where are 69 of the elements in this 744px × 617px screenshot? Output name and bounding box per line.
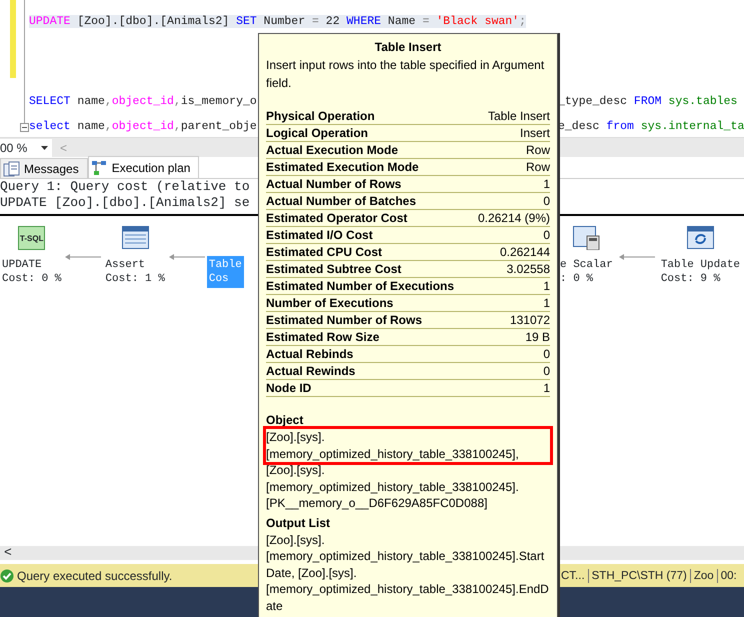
property-value: 0: [543, 363, 550, 379]
tooltip-title: Table Insert: [374, 39, 442, 56]
property-value: 0: [543, 227, 550, 243]
property-value: Row: [526, 159, 550, 175]
property-value: 1: [543, 278, 550, 294]
property-value: 0.26214 (9%): [478, 210, 550, 226]
result-tab[interactable]: Messages: [0, 158, 88, 178]
property-value: Table Insert: [488, 108, 550, 124]
messages-icon: [3, 160, 20, 176]
property-value: 0: [543, 346, 550, 362]
status-text: STH_PC\STH (77): [588, 568, 691, 582]
zoom-dropdown[interactable]: 00 %: [0, 138, 52, 156]
flow-arrow: [168, 253, 205, 261]
plan-icon: [90, 160, 108, 176]
calculator-table-icon: [572, 226, 600, 250]
update-table-icon: [686, 226, 714, 250]
property-value: Row: [526, 142, 550, 158]
property-label: Estimated Number of Executions: [266, 278, 454, 294]
property-label: Estimated Number of Rows: [266, 312, 422, 328]
property-label: Estimated CPU Cost: [266, 244, 382, 260]
property-value: 0: [543, 193, 550, 209]
property-label: Physical Operation: [266, 108, 375, 124]
property-label: Estimated I/O Cost: [266, 227, 373, 243]
flow-arrow: [65, 253, 102, 261]
tsql-icon: T-SQL: [18, 226, 46, 250]
output-list-text: [Zoo].[sys].[memory_optimized_history_table_338100245].StartDate, [Zoo].[sys].[memory_optimized_history_table_338100245].EndDate: [266, 532, 550, 614]
result-tab[interactable]: Execution plan: [88, 156, 200, 178]
property-value: 1: [543, 295, 550, 311]
property-value: 1: [543, 176, 550, 192]
plan-operator[interactable]: e Scalar : 0 %: [558, 256, 615, 288]
caret-icon: [41, 146, 48, 150]
property-label: Estimated Subtree Cost: [266, 261, 402, 277]
section-heading: Output List: [266, 514, 331, 532]
plan-operator[interactable]: Assert Cost: 1 %: [103, 256, 167, 288]
object-name: [Zoo].[sys].[memory_optimized_history_table_338100245].[PK__memory_o__D6F629A85FC0D088]: [266, 462, 520, 512]
property-label: Logical Operation: [266, 125, 368, 141]
property-value: 1: [543, 380, 550, 396]
property-label: Number of Executions: [266, 295, 394, 311]
plan-operator[interactable]: Table Update Cost: 9 %: [658, 256, 742, 288]
code-line: UPDATE [Zoo].[dbo].[Animals2] SET Number = 22 WHERE Name = 'Black swan';: [29, 14, 526, 30]
property-label: Estimated Row Size: [266, 329, 380, 345]
property-label: Actual Number of Batches: [266, 193, 416, 209]
property-value: 3.02558: [506, 261, 550, 277]
status-message: Query executed successfully.: [17, 568, 172, 584]
property-label: Actual Number of Rows: [266, 176, 402, 192]
object-name: [Zoo].[sys].[memory_optimized_history_table_338100245],: [266, 429, 550, 462]
property-label: Actual Execution Mode: [266, 142, 398, 158]
property-value: 19 B: [525, 329, 550, 345]
flow-arrow: [618, 253, 655, 261]
property-value: Insert: [520, 125, 550, 141]
status-text: 00:: [720, 568, 738, 582]
property-value: 131072: [510, 312, 550, 328]
query-info-text: Query 1: Query cost (relative to: [0, 179, 251, 195]
scroll-left-button[interactable]: <: [0, 543, 16, 563]
property-label: Estimated Operator Cost: [266, 210, 408, 226]
tooltip-description: Insert input rows into the table specified in Argument field.: [266, 57, 546, 92]
status-text: Zoo: [690, 568, 718, 582]
section-heading: Object: [266, 412, 304, 429]
code-line: SELECT name,object_id,is_memory_o: [29, 94, 257, 110]
property-label: Actual Rewinds: [266, 363, 356, 379]
code-line: _type_desc FROM sys.tables: [558, 94, 738, 110]
property-label: Estimated Execution Mode: [266, 159, 419, 175]
plan-operator[interactable]: UPDATE Cost: 0 %: [0, 256, 64, 288]
property-label: Node ID: [266, 380, 312, 396]
query-info-text: UPDATE [Zoo].[dbo].[Animals2] se: [0, 195, 251, 211]
property-value: 0.262144: [500, 244, 550, 260]
code-line: select name,object_id,parent_obje: [29, 119, 257, 135]
table-icon: [122, 226, 149, 250]
property-label: Actual Rebinds: [266, 346, 354, 362]
